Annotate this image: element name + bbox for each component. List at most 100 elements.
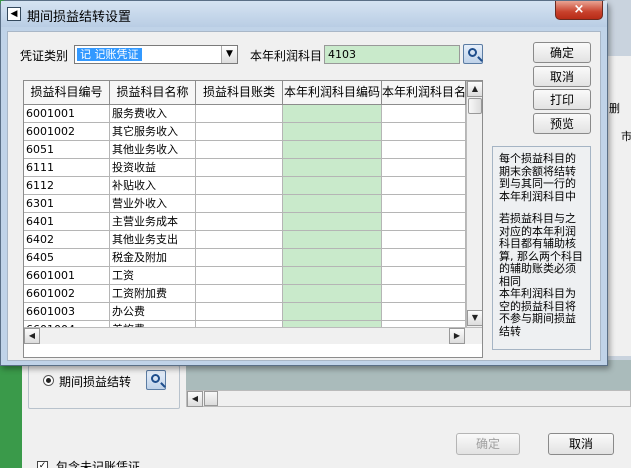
ok-button[interactable]: 确定 — [533, 42, 591, 63]
cell-code[interactable]: 6112 — [24, 177, 110, 195]
cell-profit-name[interactable] — [382, 249, 466, 267]
col-account-name[interactable]: 损益科目名称 — [110, 81, 196, 105]
scroll-left-icon[interactable]: ◀ — [187, 391, 203, 407]
scroll-right-icon[interactable]: ▶ — [449, 328, 465, 344]
cell-type[interactable] — [196, 105, 283, 123]
cell-type[interactable] — [196, 231, 283, 249]
cell-profit-code[interactable] — [283, 195, 382, 213]
radio-period-transfer[interactable] — [43, 375, 54, 386]
print-button[interactable]: 打印 — [533, 89, 591, 110]
table-row[interactable]: 6301 营业外收入 — [24, 195, 466, 213]
bg-search-button[interactable] — [146, 370, 166, 390]
cell-profit-code[interactable] — [283, 177, 382, 195]
cell-code[interactable]: 6601001 — [24, 267, 110, 285]
table-vertical-scrollbar[interactable]: ▲ ▼ — [466, 81, 482, 327]
table-horizontal-scrollbar[interactable]: ◀ ▶ — [24, 327, 482, 344]
profit-account-search-button[interactable] — [463, 44, 483, 64]
cell-profit-code[interactable] — [283, 285, 382, 303]
background-hscrollbar[interactable]: ◀ — [186, 390, 631, 407]
bg-cancel-button[interactable]: 取消 — [548, 433, 614, 455]
include-unposted-checkbox[interactable]: ✓ — [37, 461, 48, 468]
cell-type[interactable] — [196, 159, 283, 177]
table-row[interactable]: 6402 其他业务支出 — [24, 231, 466, 249]
vertical-scroll-thumb[interactable] — [468, 98, 482, 114]
cell-code[interactable]: 6401 — [24, 213, 110, 231]
cell-name[interactable]: 投资收益 — [110, 159, 196, 177]
cell-profit-code[interactable] — [283, 231, 382, 249]
cell-type[interactable] — [196, 249, 283, 267]
cell-type[interactable] — [196, 285, 283, 303]
cell-name[interactable]: 营业外收入 — [110, 195, 196, 213]
col-account-type[interactable]: 损益科目账类 — [196, 81, 283, 105]
cell-profit-name[interactable] — [382, 159, 466, 177]
voucher-type-select[interactable]: 记 记账凭证 ▼ — [74, 45, 238, 64]
cell-profit-code[interactable] — [283, 213, 382, 231]
cell-code[interactable]: 6001001 — [24, 105, 110, 123]
col-account-code[interactable]: 损益科目编号 — [24, 81, 110, 105]
cell-code[interactable]: 6001002 — [24, 123, 110, 141]
cell-type[interactable] — [196, 141, 283, 159]
cell-code[interactable]: 6601002 — [24, 285, 110, 303]
cell-name[interactable]: 工资 — [110, 267, 196, 285]
cell-code[interactable]: 6405 — [24, 249, 110, 267]
cell-profit-code[interactable] — [283, 159, 382, 177]
table-row[interactable]: 6401 主营业务成本 — [24, 213, 466, 231]
cell-profit-name[interactable] — [382, 231, 466, 249]
cell-type[interactable] — [196, 177, 283, 195]
table-row[interactable]: 6001002 其它服务收入 — [24, 123, 466, 141]
cell-code[interactable]: 6601003 — [24, 303, 110, 321]
bg-confirm-button[interactable]: 确定 — [456, 433, 520, 455]
cell-profit-code[interactable] — [283, 303, 382, 321]
scroll-thumb[interactable] — [204, 391, 218, 406]
table-row[interactable]: 6601002 工资附加费 — [24, 285, 466, 303]
cell-profit-code[interactable] — [283, 141, 382, 159]
preview-button[interactable]: 预览 — [533, 113, 591, 134]
cell-name[interactable]: 办公费 — [110, 303, 196, 321]
table-row[interactable]: 6112 补贴收入 — [24, 177, 466, 195]
cell-profit-name[interactable] — [382, 195, 466, 213]
cell-name[interactable]: 其他业务支出 — [110, 231, 196, 249]
table-row[interactable]: 6051 其他业务收入 — [24, 141, 466, 159]
cell-type[interactable] — [196, 213, 283, 231]
col-profit-code[interactable]: 本年利润科目编码 — [283, 81, 382, 105]
cell-name[interactable]: 其它服务收入 — [110, 123, 196, 141]
cell-type[interactable] — [196, 267, 283, 285]
cell-profit-name[interactable] — [382, 123, 466, 141]
cell-code[interactable]: 6402 — [24, 231, 110, 249]
scroll-left-icon[interactable]: ◀ — [24, 328, 40, 344]
cell-profit-name[interactable] — [382, 141, 466, 159]
cell-profit-name[interactable] — [382, 177, 466, 195]
cell-profit-name[interactable] — [382, 267, 466, 285]
cell-code[interactable]: 6051 — [24, 141, 110, 159]
cell-code[interactable]: 6111 — [24, 159, 110, 177]
scroll-up-icon[interactable]: ▲ — [467, 81, 482, 97]
table-row[interactable]: 6405 税金及附加 — [24, 249, 466, 267]
table-row[interactable]: 6001001 服务费收入 — [24, 105, 466, 123]
close-button[interactable]: × — [555, 1, 603, 20]
table-row[interactable]: 6601001 工资 — [24, 267, 466, 285]
profit-account-input[interactable]: 4103 — [324, 45, 460, 64]
cancel-button[interactable]: 取消 — [533, 66, 591, 87]
cell-name[interactable]: 主营业务成本 — [110, 213, 196, 231]
cell-profit-code[interactable] — [283, 123, 382, 141]
scroll-down-icon[interactable]: ▼ — [467, 310, 482, 326]
col-profit-name[interactable]: 本年利润科目名 — [382, 81, 466, 105]
cell-type[interactable] — [196, 123, 283, 141]
cell-type[interactable] — [196, 303, 283, 321]
cell-name[interactable]: 服务费收入 — [110, 105, 196, 123]
chevron-down-icon[interactable]: ▼ — [221, 46, 237, 63]
cell-profit-name[interactable] — [382, 213, 466, 231]
table-row[interactable]: 6111 投资收益 — [24, 159, 466, 177]
table-row[interactable]: 6601003 办公费 — [24, 303, 466, 321]
cell-type[interactable] — [196, 195, 283, 213]
cell-profit-name[interactable] — [382, 303, 466, 321]
cell-name[interactable]: 工资附加费 — [110, 285, 196, 303]
cell-name[interactable]: 税金及附加 — [110, 249, 196, 267]
cell-profit-code[interactable] — [283, 267, 382, 285]
cell-profit-code[interactable] — [283, 249, 382, 267]
cell-code[interactable]: 6301 — [24, 195, 110, 213]
cell-name[interactable]: 其他业务收入 — [110, 141, 196, 159]
cell-profit-name[interactable] — [382, 285, 466, 303]
cell-profit-name[interactable] — [382, 105, 466, 123]
cell-profit-code[interactable] — [283, 105, 382, 123]
